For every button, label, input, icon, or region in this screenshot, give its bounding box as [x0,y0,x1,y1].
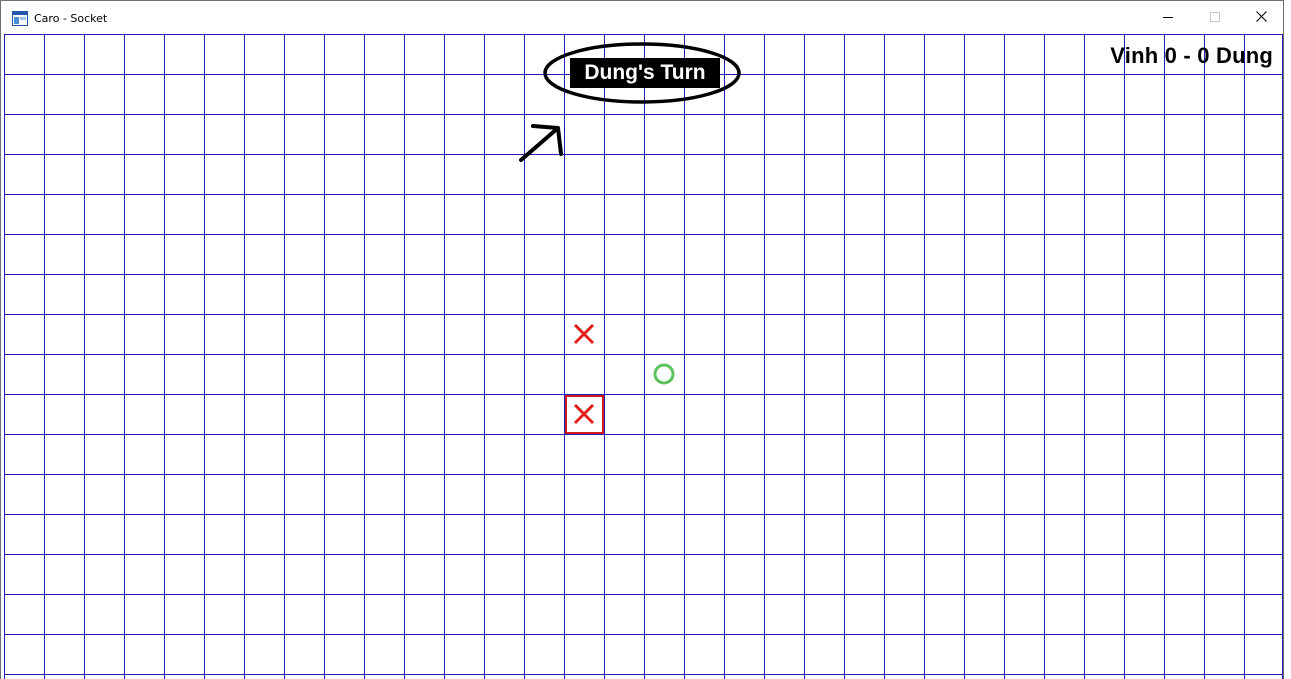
o-mark-icon [645,355,683,393]
turn-label: Dung's Turn [570,58,720,88]
x-mark-icon [565,395,603,433]
game-board[interactable] [4,34,1283,679]
close-icon [1255,9,1267,27]
minimize-icon [1163,9,1173,27]
maximize-button[interactable] [1192,1,1238,34]
score-display: Vinh 0 - 0 Dung [1110,43,1273,68]
close-button[interactable] [1238,1,1284,34]
arrow-icon [519,124,563,162]
title-bar[interactable]: Caro - Socket [1,1,1283,34]
minimize-button[interactable] [1145,1,1191,34]
maximize-icon [1210,9,1220,27]
board-edge [1282,34,1283,679]
window-title: Caro - Socket [34,12,108,25]
x-mark-icon [565,315,603,353]
window-icon [12,11,28,26]
